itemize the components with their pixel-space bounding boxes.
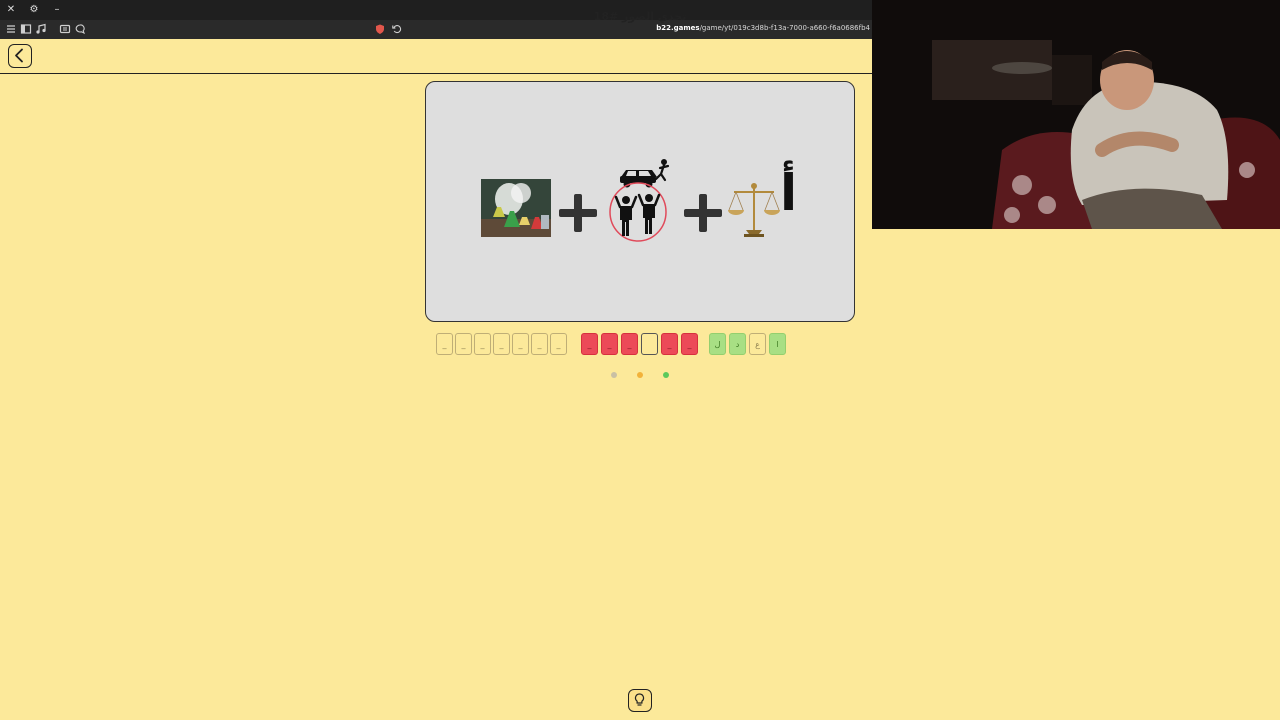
back-button[interactable]	[8, 44, 32, 68]
letter-tile[interactable]: _	[436, 333, 453, 355]
url-domain: b22.games	[656, 24, 700, 32]
answer-word-1: ل د ع ا	[709, 333, 787, 355]
chat-icon[interactable]	[74, 23, 86, 35]
tabs-icon[interactable]	[59, 23, 71, 35]
clue-letter: أ	[780, 164, 798, 222]
letter-tile[interactable]: _	[512, 333, 529, 355]
page-dot[interactable]	[637, 372, 643, 378]
menu-icon[interactable]	[5, 23, 17, 35]
lightbulb-icon	[634, 693, 645, 706]
scales-icon	[726, 180, 782, 238]
letter-tile[interactable]: _	[550, 333, 567, 355]
page-dot-active[interactable]	[663, 372, 669, 378]
page-dot[interactable]	[611, 372, 617, 378]
address-bar[interactable]: b22.games/game/yt/019c3d8b-f13a-7000-a66…	[656, 24, 870, 32]
letter-tile[interactable]: _	[581, 333, 598, 355]
hint-button[interactable]	[628, 689, 652, 712]
letter-tile[interactable]: _	[493, 333, 510, 355]
reload-icon[interactable]	[391, 23, 403, 35]
people-car-icon	[608, 156, 676, 242]
shield-icon[interactable]	[374, 23, 386, 35]
letter-tile[interactable]: _	[474, 333, 491, 355]
answer-word-2: _ _ _ _ _	[581, 333, 699, 355]
music-icon[interactable]	[35, 23, 47, 35]
letter-tile[interactable]: _	[455, 333, 472, 355]
letter-tile[interactable]: ل	[709, 333, 726, 355]
webcam-overlay	[872, 0, 1280, 229]
answer-word-3: _ _ _ _ _ _ _	[436, 333, 568, 355]
sidebar-icon[interactable]	[20, 23, 32, 35]
app-header	[0, 39, 872, 74]
webcam-video	[872, 0, 1280, 229]
url-path: /game/yt/019c3d8b-f13a-7000-a660-f6a0686…	[699, 24, 870, 32]
letter-tile[interactable]: _	[601, 333, 618, 355]
letter-tile[interactable]: ا	[769, 333, 786, 355]
letter-tile[interactable]: _	[681, 333, 698, 355]
letter-tile[interactable]: _	[531, 333, 548, 355]
lab-flasks-photo	[481, 179, 551, 237]
plus-icon	[559, 194, 597, 232]
letter-tile[interactable]: ع	[749, 333, 766, 355]
chevron-left-icon	[15, 48, 23, 63]
letter-tile[interactable]: د	[729, 333, 746, 355]
plus-icon	[684, 194, 722, 232]
letter-tile[interactable]: _	[621, 333, 638, 355]
active-letter-tile[interactable]	[641, 333, 658, 355]
puzzle-card: أ	[425, 81, 855, 322]
letter-tile[interactable]: _	[661, 333, 678, 355]
